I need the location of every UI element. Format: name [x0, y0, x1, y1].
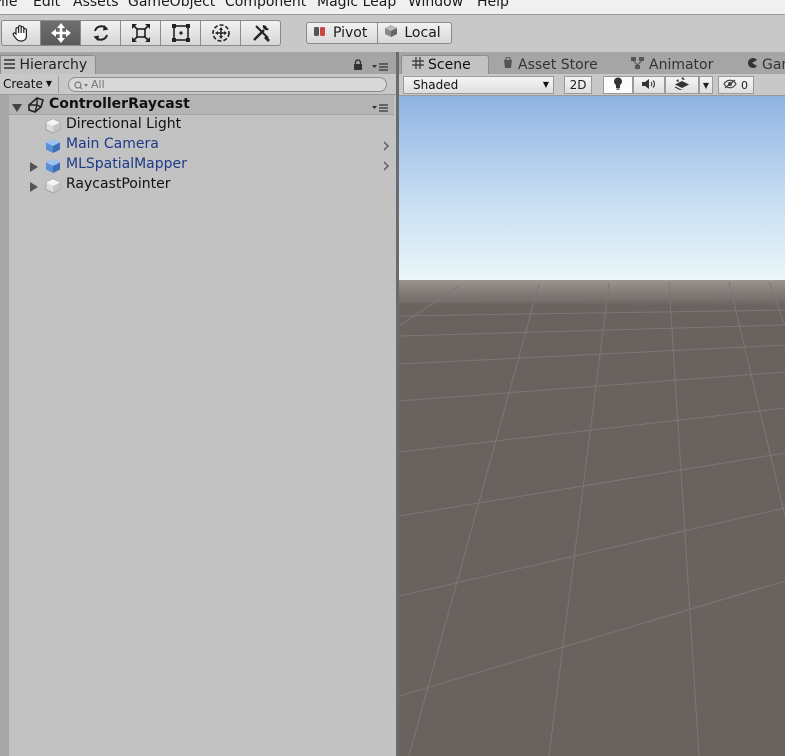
local-cube-icon	[384, 24, 398, 42]
scene-menu-icon[interactable]	[372, 101, 388, 115]
tab-asset-store-label: Asset Store	[518, 56, 598, 73]
hierarchy-tab-bar: Hierarchy	[0, 52, 396, 74]
move-tool-button[interactable]	[41, 20, 81, 46]
hidden-objects-toggle[interactable]: 0	[718, 76, 754, 94]
light-bulb-icon	[613, 77, 623, 93]
scene-viewport[interactable]	[399, 96, 785, 756]
grid-icon	[412, 56, 424, 74]
lock-icon[interactable]	[353, 59, 363, 73]
expand-arrow-icon[interactable]	[12, 101, 22, 115]
speaker-icon	[641, 78, 657, 93]
transform-tools	[1, 20, 281, 46]
expand-arrow-icon[interactable]	[30, 181, 38, 195]
create-dropdown[interactable]: Create ▼	[0, 77, 52, 93]
dropdown-arrow-icon: ▼	[542, 80, 549, 89]
lighting-toggle[interactable]	[603, 76, 633, 94]
custom-tool-button[interactable]	[241, 20, 281, 46]
search-placeholder: All	[91, 78, 105, 91]
tab-scene[interactable]: Scene	[401, 55, 489, 74]
shading-mode-label: Shaded	[413, 78, 459, 92]
shading-mode-dropdown[interactable]: Shaded ▼	[403, 76, 554, 94]
chevron-right-icon[interactable]	[383, 160, 389, 174]
effects-toggle[interactable]	[665, 76, 699, 94]
tools-icon	[252, 25, 270, 42]
rect-icon	[171, 24, 190, 42]
main-toolbar: Pivot Local	[0, 14, 785, 52]
effects-layers-icon	[674, 77, 690, 93]
menu-edit[interactable]: Edit	[33, 0, 60, 10]
game-icon	[746, 56, 758, 74]
scene-toolbar: Shaded ▼ 2D ▼ 0	[399, 74, 785, 96]
effects-dropdown[interactable]: ▼	[699, 76, 713, 94]
menu-window[interactable]: Window	[408, 0, 463, 10]
menu-gameobject[interactable]: GameObject	[128, 0, 215, 10]
hierarchy-item-mlspatialmapper[interactable]: MLSpatialMapper	[0, 155, 394, 175]
toolbar-divider	[58, 76, 59, 93]
scene-root-row[interactable]: ControllerRaycast	[0, 95, 394, 115]
transform-tool-button[interactable]	[201, 20, 241, 46]
pivot-toggle[interactable]: Pivot	[306, 22, 379, 44]
search-icon	[74, 80, 90, 93]
hierarchy-item-raycastpointer[interactable]: RaycastPointer	[0, 175, 394, 195]
hierarchy-item-label: Main Camera	[66, 136, 159, 152]
scene-name: ControllerRaycast	[49, 96, 190, 112]
hidden-count: 0	[741, 78, 748, 92]
hierarchy-item-label: Directional Light	[66, 116, 182, 132]
audio-toggle[interactable]	[633, 76, 665, 94]
eye-hidden-icon	[723, 78, 737, 92]
tab-game-label: Game	[762, 56, 785, 73]
scene-view-render	[399, 96, 785, 756]
toggle-2d-label: 2D	[569, 78, 587, 92]
tab-game[interactable]: Game	[746, 55, 785, 74]
unity-scene-icon	[27, 97, 45, 116]
dropdown-arrow-icon: ▼	[702, 80, 710, 90]
tab-scene-label: Scene	[428, 57, 471, 73]
chevron-right-icon[interactable]	[383, 140, 389, 154]
scale-icon	[131, 24, 150, 42]
menu-magic-leap[interactable]: Magic Leap	[317, 0, 396, 10]
menu-bar: File Edit Assets GameObject Component Ma…	[0, 0, 785, 14]
store-icon	[502, 55, 514, 74]
gameobject-cube-icon	[45, 178, 61, 197]
move-arrows-icon	[50, 23, 71, 43]
rotate-icon	[93, 25, 108, 41]
hierarchy-tab-label: Hierarchy	[19, 57, 88, 73]
menu-file[interactable]: File	[0, 0, 17, 10]
rotate-tool-button[interactable]	[81, 20, 121, 46]
pivot-local-group: Pivot Local	[306, 22, 452, 44]
hierarchy-left-gutter	[0, 95, 9, 756]
hierarchy-item-label: MLSpatialMapper	[66, 156, 187, 172]
create-label: Create	[3, 77, 43, 91]
animator-icon	[631, 56, 645, 74]
hierarchy-item-directional-light[interactable]: Directional Light	[0, 115, 394, 135]
scene-tab-bar: Scene Asset Store Animator Game	[399, 52, 785, 74]
panel-menu-icon[interactable]	[372, 60, 388, 74]
menu-assets[interactable]: Assets	[73, 0, 119, 10]
menu-help[interactable]: Help	[477, 0, 509, 10]
tab-hierarchy[interactable]: Hierarchy	[0, 55, 96, 74]
tab-asset-store[interactable]: Asset Store	[502, 55, 598, 74]
pivot-label: Pivot	[333, 25, 368, 41]
scale-tool-button[interactable]	[121, 20, 161, 46]
hand-tool-button[interactable]	[1, 20, 41, 46]
tab-animator-label: Animator	[649, 56, 714, 73]
hand-icon	[12, 25, 27, 42]
transform-icon	[211, 24, 230, 42]
hierarchy-toolbar: Create ▼ All	[0, 74, 396, 95]
hierarchy-item-label: RaycastPointer	[66, 176, 171, 192]
tab-animator[interactable]: Animator	[631, 55, 713, 74]
expand-arrow-icon[interactable]	[30, 161, 38, 175]
local-toggle[interactable]: Local	[378, 22, 452, 44]
hierarchy-search-input[interactable]: All	[68, 77, 387, 92]
toggle-2d-button[interactable]: 2D	[564, 76, 592, 94]
rect-tool-button[interactable]	[161, 20, 201, 46]
hierarchy-item-main-camera[interactable]: Main Camera	[0, 135, 394, 155]
dropdown-arrow-icon: ▼	[45, 79, 53, 88]
list-icon	[4, 56, 15, 74]
local-label: Local	[404, 25, 441, 41]
menu-component[interactable]: Component	[225, 0, 306, 10]
pivot-icon	[313, 25, 327, 41]
hierarchy-list: ControllerRaycast Directional Light Main…	[0, 95, 396, 756]
